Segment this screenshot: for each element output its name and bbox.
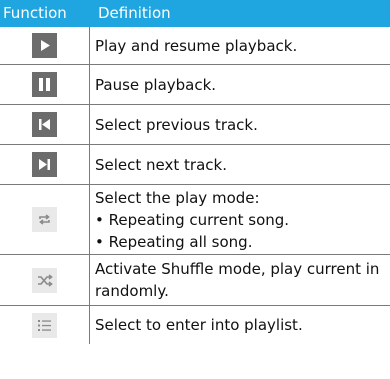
table-header: Function Definition <box>0 0 390 27</box>
column-divider <box>89 65 90 104</box>
shuffle-icon <box>32 267 57 293</box>
column-divider <box>89 185 90 254</box>
repeat-icon <box>32 207 57 232</box>
definition-cell: Activate Shuffle mode, play current in r… <box>95 255 388 305</box>
table-row: Select previous track. <box>0 105 390 145</box>
definition-cell: Pause playback. <box>95 65 388 104</box>
column-divider <box>89 306 90 344</box>
definition-text: • Repeating current song. <box>95 210 290 229</box>
pause-icon <box>32 72 57 97</box>
definition-text: Play and resume playback. <box>95 36 298 55</box>
table-row: Select to enter into playlist. <box>0 306 390 344</box>
function-cell <box>0 306 89 344</box>
definition-cell: Select to enter into playlist. <box>95 306 388 344</box>
definition-text: randomly. <box>95 282 169 300</box>
table-row: Select the play mode: • Repeating curren… <box>0 185 390 255</box>
header-function: Function <box>3 4 67 22</box>
definition-cell: Select next track. <box>95 145 388 184</box>
function-cell <box>0 105 89 144</box>
header-definition: Definition <box>98 4 171 22</box>
column-divider <box>89 27 90 64</box>
function-table: Function Definition Play and resume play… <box>0 0 390 344</box>
column-divider <box>89 255 90 305</box>
column-divider <box>89 145 90 184</box>
function-cell <box>0 145 89 184</box>
function-cell <box>0 65 89 104</box>
column-divider <box>89 105 90 144</box>
table-row: Play and resume playback. <box>0 27 390 65</box>
table-row: Activate Shuffle mode, play current in r… <box>0 255 390 306</box>
definition-text: Select previous track. <box>95 115 258 134</box>
definition-cell: Play and resume playback. <box>95 27 388 64</box>
playlist-icon <box>32 312 57 338</box>
next-track-icon <box>32 152 57 177</box>
function-cell <box>0 255 89 305</box>
table-row: Select next track. <box>0 145 390 185</box>
definition-text: Activate Shuffle mode, play current in <box>95 260 380 278</box>
definition-text: Pause playback. <box>95 75 217 94</box>
previous-track-icon <box>32 112 57 137</box>
definition-cell: Select the play mode: • Repeating curren… <box>95 185 388 254</box>
definition-text: Select next track. <box>95 155 227 174</box>
function-cell <box>0 27 89 64</box>
definition-cell: Select previous track. <box>95 105 388 144</box>
function-cell <box>0 185 89 254</box>
table-row: Pause playback. <box>0 65 390 105</box>
definition-text: Select to enter into playlist. <box>95 316 303 334</box>
definition-text: • Repeating all song. <box>95 232 253 251</box>
definition-text: Select the play mode: <box>95 188 260 207</box>
play-icon <box>32 33 57 58</box>
